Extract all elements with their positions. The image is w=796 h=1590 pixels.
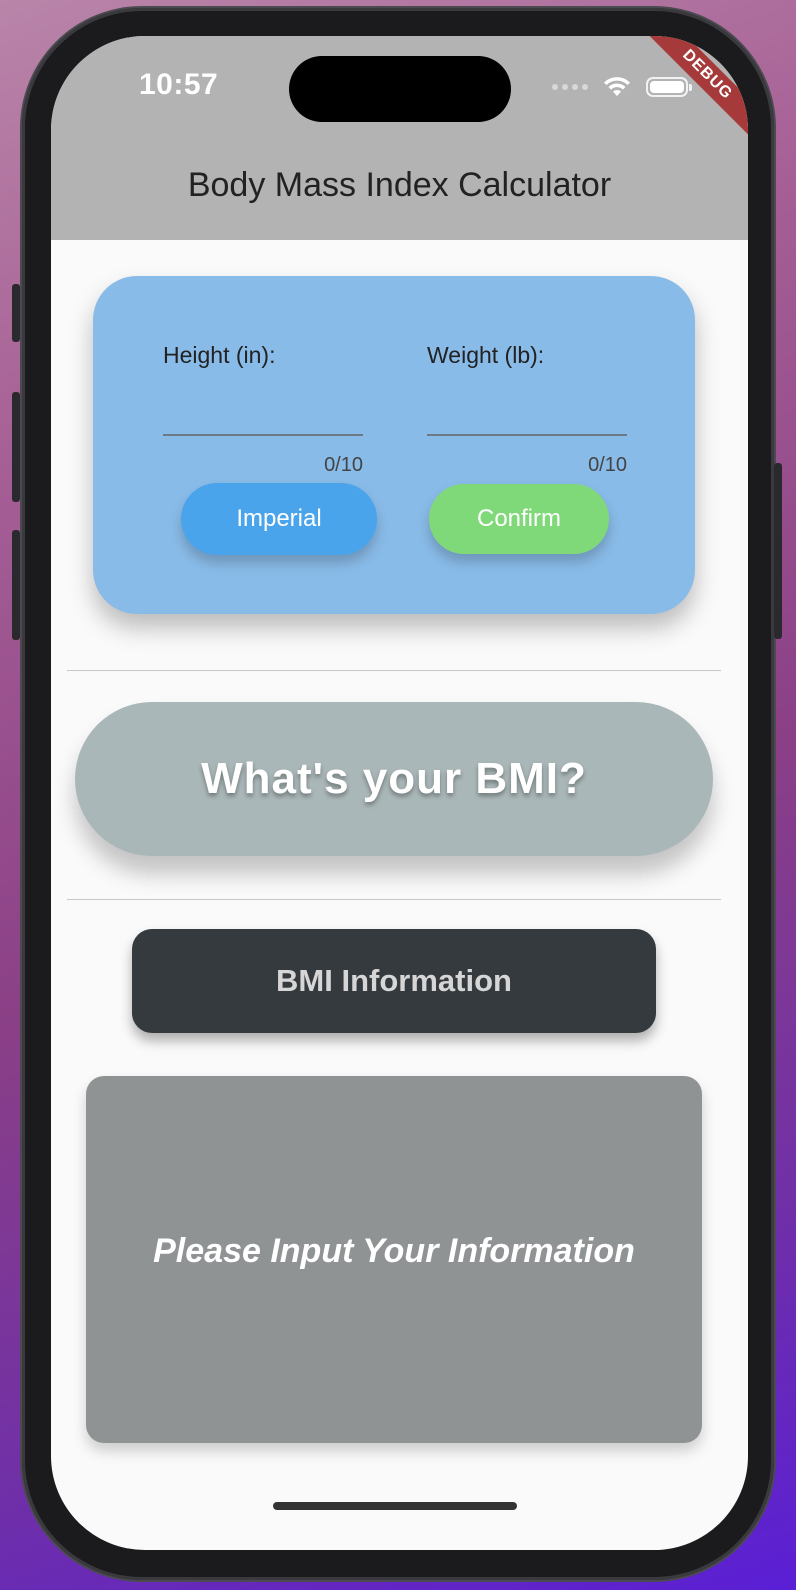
weight-char-counter: 0/10 xyxy=(588,454,627,476)
volume-up-button xyxy=(12,392,20,502)
bmi-information-button[interactable]: BMI Information xyxy=(132,929,656,1033)
weight-field[interactable]: Weight (lb): 0/10 xyxy=(427,342,627,476)
height-field[interactable]: Height (in): 0/10 xyxy=(163,342,363,476)
imperial-button[interactable]: Imperial xyxy=(181,483,377,555)
cellular-signal-icon xyxy=(552,84,588,90)
app-screen: 10:57 DEBUG Body Mass Index Calculator H… xyxy=(51,36,748,1550)
info-message: Please Input Your Information xyxy=(153,1232,635,1270)
input-card: Height (in): 0/10 Weight (lb): 0/10 Impe… xyxy=(93,276,695,614)
power-button xyxy=(774,463,782,639)
height-char-counter: 0/10 xyxy=(324,454,363,476)
home-indicator[interactable] xyxy=(273,1502,517,1510)
divider-bottom xyxy=(67,899,721,900)
divider-top xyxy=(67,670,721,671)
weight-label: Weight (lb): xyxy=(427,342,545,368)
confirm-button[interactable]: Confirm xyxy=(429,484,609,554)
height-input-underline[interactable] xyxy=(163,434,363,436)
action-button xyxy=(12,284,20,342)
height-label: Height (in): xyxy=(163,342,276,368)
weight-input-underline[interactable] xyxy=(427,434,627,436)
info-card: Please Input Your Information xyxy=(86,1076,702,1443)
bmi-result-text: What's your BMI? xyxy=(201,754,587,803)
dynamic-island xyxy=(289,56,511,122)
wifi-icon xyxy=(604,77,630,96)
volume-down-button xyxy=(12,530,20,640)
status-icons xyxy=(552,76,692,98)
battery-icon xyxy=(646,77,692,97)
app-bar: 10:57 DEBUG Body Mass Index Calculator xyxy=(51,36,748,240)
status-time: 10:57 xyxy=(139,68,219,101)
page-title: Body Mass Index Calculator xyxy=(187,166,612,204)
bmi-result-pill: What's your BMI? xyxy=(75,702,713,856)
bmi-information-label: BMI Information xyxy=(276,963,512,998)
